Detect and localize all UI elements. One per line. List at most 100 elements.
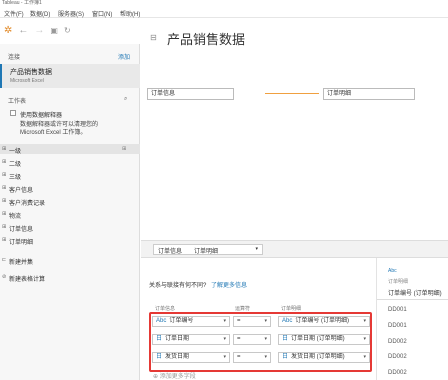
join-editor: 关系与联接有何不同? 了解更多信息 订单信息 运算符 订单明细 Abc 订单编号 ▾… [141,258,376,380]
learn-more-link[interactable]: 了解更多信息 [211,283,247,289]
data-cell: DD002 [388,339,407,345]
connection-type: Microsoft Excel [10,78,44,84]
add-circle-icon: ⊕ [153,374,160,380]
refresh-icon[interactable]: ↻ [64,26,71,36]
right-field-value: 发货日期 (订单明细) [291,354,345,360]
connection-name: 产品销售数据 [10,69,52,76]
column-header[interactable]: 订单编号 (订单明细) [388,288,448,297]
sheet-item[interactable]: ⊞ 一级 ⊞ [0,144,140,155]
left-field-value: 订单日期 [165,336,190,342]
add-connection-link[interactable]: 添加 [118,52,130,61]
table-name: 订单明细 [388,279,409,285]
sheet-icon: ⊞ [2,237,7,243]
sheet-label: 物流 [9,214,22,220]
menu-file[interactable]: 文件(F) [4,9,24,18]
table-selector[interactable]: 订单信息 订单明细 ▾ [153,244,263,255]
tableau-logo-icon[interactable]: ✲ [4,26,12,36]
data-cell: DD002 [388,354,407,360]
sheet-label: 订单明细 [9,240,34,246]
right-field-value: 订单日期 (订单明细) [291,336,345,342]
sheet-icon: ⊞ [2,224,7,230]
chevron-down-icon: ▾ [264,354,267,360]
left-field-dropdown[interactable]: 日发货日期 ▾ [152,352,230,363]
sheet-icon: ⊞ [2,172,7,178]
chevron-down-icon[interactable]: ▾ [255,246,258,252]
join-question: 关系与联接有何不同? [149,283,207,289]
left-field-dropdown[interactable]: Abc 订单编号 ▾ [152,316,230,327]
tab-order-info[interactable]: 订单信息 [158,246,182,255]
menu-server[interactable]: 服务器(S) [58,9,84,18]
connections-header: 连接 [8,55,21,61]
chevron-down-icon: ▾ [264,318,267,324]
new-table-calc-item[interactable]: ⊘ 新建表格计算 [0,273,140,283]
chevron-down-icon: ▾ [223,354,226,360]
table-calc-icon: ⊘ [2,274,7,280]
operator-value: = [237,354,241,360]
sheet-item[interactable]: ⊞ 客户信息 [0,183,140,194]
forward-icon[interactable]: → [34,26,44,36]
left-field-value: 订单编号 [169,318,194,324]
sheet-icon: ⊞ [2,185,7,191]
left-field-value: 发货日期 [165,354,190,360]
string-type-icon: Abc [156,318,167,324]
sheet-label: 一级 [9,149,22,155]
date-type-icon: 日 [282,336,289,342]
toolbar: ✲ ← → ▣ ↻ [0,18,140,44]
sheet-label: 订单信息 [9,227,34,233]
sheet-item[interactable]: ⊞ 物流 [0,209,140,220]
sheet-icon: ⊞ [2,159,7,165]
data-cell: DD001 [388,323,407,329]
datasource-title[interactable]: 产品销售数据 [167,29,245,48]
right-field-dropdown[interactable]: 日订单日期 (订单明细) ▾ [278,334,370,345]
sheet-item[interactable]: ⊞ 客户消费记录 [0,196,140,207]
date-type-icon: 日 [156,354,163,360]
sheet-icon: ⊞ [2,146,7,152]
left-table-node[interactable]: 订单信息 [147,88,234,100]
connection-item[interactable]: 产品销售数据 Microsoft Excel [0,64,140,88]
join-canvas: ⊟ 产品销售数据 订单信息 订单明细 [141,18,448,240]
sheet-icon: ⊞ [2,198,7,204]
tab-order-detail[interactable]: 订单明细 [194,246,218,255]
right-table-node[interactable]: 订单明细 [323,88,415,100]
back-icon[interactable]: ← [18,26,28,36]
data-cell: DD001 [388,307,407,313]
menu-data[interactable]: 数据(D) [30,9,50,18]
left-field-dropdown[interactable]: 日订单日期 ▾ [152,334,230,345]
interpreter-label: 使用数据解释器 [20,113,63,119]
sheet-label: 客户消费记录 [9,201,46,207]
operator-dropdown[interactable]: = ▾ [233,316,271,327]
sheet-label: 客户信息 [9,188,34,194]
column-header-left: 订单信息 [155,306,176,312]
sheet-item[interactable]: ⊞ 二级 [0,157,140,168]
menu-window[interactable]: 窗口(N) [92,9,112,18]
sheet-item[interactable]: ⊞ 订单明细 [0,235,140,246]
chevron-down-icon: ▾ [363,318,366,324]
right-field-dropdown[interactable]: 日发货日期 (订单明细) ▾ [278,352,370,363]
sheets-header: 工作表 [8,99,27,105]
sheet-item[interactable]: ⊞ 订单信息 [0,222,140,233]
new-union-label: 新建并集 [9,260,34,266]
right-field-dropdown[interactable]: Abc 订单编号 (订单明细) ▾ [278,316,370,327]
join-line[interactable] [265,93,319,94]
sheet-item[interactable]: ⊞ 三级 [0,170,140,181]
interpreter-checkbox[interactable] [10,110,16,116]
sheet-label: 三级 [9,175,22,181]
type-badge[interactable]: Abc [388,268,397,274]
data-grid: Abc 订单明细 订单编号 (订单明细) DD001 DD001 DD002 D… [376,258,448,380]
operator-dropdown[interactable]: = ▾ [233,352,271,363]
right-field-value: 订单编号 (订单明细) [295,318,350,324]
save-icon[interactable]: ▣ [50,26,58,36]
sheets-search-icon[interactable]: ⌕ [124,96,127,103]
sheet-label: 二级 [9,162,22,168]
menu-bar: 文件(F) 数据(D) 服务器(S) 窗口(N) 帮助(H) [0,7,448,18]
string-type-icon: Abc [282,318,293,324]
sheet-grid-icon[interactable]: ⊞ [122,146,126,152]
new-union-item[interactable]: ⊏ 新建并集 [0,256,140,266]
new-table-calc-label: 新建表格计算 [9,277,46,283]
menu-help[interactable]: 帮助(H) [120,9,140,18]
add-clause[interactable]: ⊕ 添加更多字段 [153,371,196,380]
chevron-down-icon: ▾ [264,336,267,342]
operator-dropdown[interactable]: = ▾ [233,334,271,345]
data-cell: DD002 [388,370,407,376]
table-tabs-bar: 订单信息 订单明细 ▾ [141,240,448,258]
